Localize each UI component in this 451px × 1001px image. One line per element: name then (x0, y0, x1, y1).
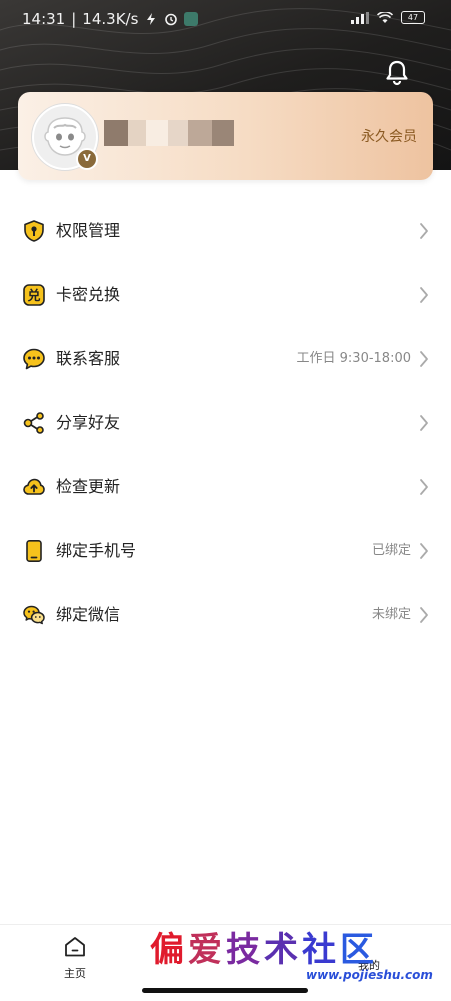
watermark-char: 偏 (150, 930, 188, 970)
status-divider: | (71, 10, 77, 28)
watermark-url: www.pojieshu.com (306, 968, 433, 982)
menu-label: 卡密兑换 (56, 285, 121, 304)
chevron-right-icon (420, 415, 428, 431)
wechat-icon (23, 605, 45, 625)
menu-item-bind-wechat[interactable]: 绑定微信 未绑定 (0, 583, 451, 647)
watermark-char: 术 (264, 930, 302, 970)
watermark-char: 区 (340, 930, 378, 970)
watermark-char: 爱 (188, 930, 226, 970)
signal-icon (351, 11, 369, 24)
chevron-right-icon (420, 287, 428, 303)
shield-key-icon (24, 220, 44, 242)
menu-item-check-update[interactable]: 检查更新 (0, 455, 451, 519)
username-pixelated (104, 120, 234, 146)
bell-icon[interactable] (383, 58, 411, 86)
redeem-icon: 兑 (23, 284, 45, 306)
app-notification-icon (184, 12, 199, 26)
status-time: 14:31 (22, 10, 66, 28)
home-indicator[interactable] (142, 988, 308, 993)
share-icon (23, 412, 44, 434)
chevron-right-icon (420, 543, 428, 559)
phone-bind-status: 已绑定 (371, 543, 411, 558)
settings-menu: 权限管理 兑 卡密兑换 联系客服 工作日 9:30-18:00 分享好友 检查更… (0, 199, 451, 647)
watermark-title: 偏爱技术社区 (150, 922, 378, 971)
menu-item-share[interactable]: 分享好友 (0, 391, 451, 455)
home-icon (65, 937, 85, 957)
battery-icon: 47 (401, 11, 425, 24)
menu-item-permissions[interactable]: 权限管理 (0, 199, 451, 263)
chevron-right-icon (420, 479, 428, 495)
nav-tab-home[interactable]: 主页 (58, 935, 92, 981)
chat-bubble-icon (23, 348, 45, 370)
menu-label: 联系客服 (56, 349, 121, 368)
menu-label: 分享好友 (56, 413, 121, 432)
bolt-icon (147, 13, 156, 25)
menu-label: 绑定手机号 (56, 541, 137, 560)
wechat-bind-status: 未绑定 (371, 607, 411, 622)
phone-icon (26, 539, 42, 562)
member-status-label: 永久会员 (361, 129, 417, 145)
status-bar: 14:31 | 14.3K/s 47 (0, 0, 451, 40)
redeem-glyph: 兑 (27, 288, 40, 304)
chevron-right-icon (420, 351, 428, 367)
status-net-speed: 14.3K/s (82, 10, 139, 28)
menu-item-bind-phone[interactable]: 绑定手机号 已绑定 (0, 519, 451, 583)
service-hours: 工作日 9:30-18:00 (296, 351, 411, 366)
watermark-char: 技 (226, 930, 264, 970)
watermark-char: 社 (302, 930, 340, 970)
vip-badge: V (76, 148, 98, 170)
nav-home-label: 主页 (64, 967, 86, 980)
member-card[interactable]: V 永久会员 (18, 92, 433, 180)
menu-label: 绑定微信 (56, 605, 121, 624)
menu-item-redeem-code[interactable]: 兑 卡密兑换 (0, 263, 451, 327)
chevron-right-icon (420, 223, 428, 239)
menu-item-customer-service[interactable]: 联系客服 工作日 9:30-18:00 (0, 327, 451, 391)
menu-label: 检查更新 (56, 477, 121, 496)
alarm-icon (165, 13, 178, 26)
chevron-right-icon (420, 607, 428, 623)
wifi-icon (377, 11, 393, 23)
cloud-upload-icon (23, 478, 45, 495)
site-watermark: 偏爱技术社区 www.pojieshu.com (146, 920, 442, 992)
menu-label: 权限管理 (56, 221, 121, 240)
